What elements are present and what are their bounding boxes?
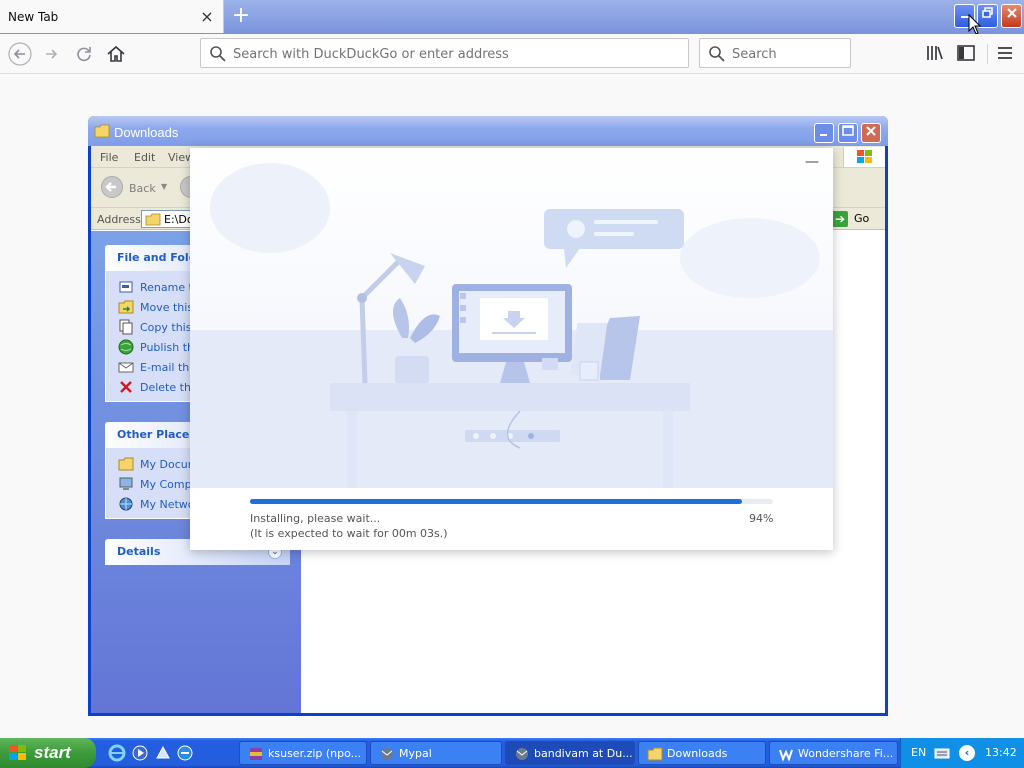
- back-arrow-icon[interactable]: [8, 42, 32, 66]
- taskbar-item-label: Downloads: [667, 747, 728, 760]
- taskbar-item-label: bandivam at Du...: [534, 747, 632, 760]
- keyboard-icon[interactable]: [934, 746, 950, 760]
- restore-icon: [981, 7, 993, 18]
- tab-close-icon[interactable]: ×: [198, 8, 216, 26]
- maximize-icon: [842, 125, 854, 136]
- back-button-icon[interactable]: [101, 176, 123, 198]
- menu-edit[interactable]: Edit: [134, 151, 155, 164]
- explorer-title: Downloads: [114, 125, 179, 140]
- details-title: Details: [117, 545, 161, 558]
- close-icon: [1006, 8, 1017, 18]
- taskbar-item-label: Mypal: [399, 747, 432, 760]
- go-button[interactable]: ➔ Go: [832, 210, 878, 228]
- network-icon: [119, 497, 133, 511]
- wondershare-icon: [779, 749, 793, 762]
- menu-file[interactable]: File: [100, 151, 118, 164]
- mouse-cursor-icon: [968, 14, 982, 35]
- taskbar-item[interactable]: Downloads: [638, 741, 766, 765]
- address-label: Address: [97, 213, 141, 226]
- folder-icon: [647, 747, 663, 761]
- library-icon[interactable]: [924, 42, 946, 64]
- other-places-title: Other Places: [117, 428, 196, 441]
- explorer-close-button[interactable]: [861, 123, 881, 143]
- sidebar-icon[interactable]: [955, 42, 977, 64]
- language-indicator[interactable]: EN: [911, 746, 926, 759]
- delete-icon: [120, 381, 132, 393]
- explorer-minimize-button[interactable]: [814, 123, 834, 143]
- search-bar-placeholder: Search: [732, 47, 777, 62]
- taskbar-item[interactable]: bandivam at Du...: [505, 741, 635, 765]
- browser-tab-strip: New Tab × +: [0, 0, 1024, 35]
- home-icon[interactable]: [104, 42, 128, 66]
- tab-new-tab[interactable]: New Tab ×: [0, 0, 224, 33]
- windows-flag-icon: [9, 745, 26, 760]
- desk-illustration-image: [190, 148, 833, 488]
- install-status-text: Installing, please wait...: [250, 512, 381, 525]
- taskbar-item-label: Wondershare Fi...: [798, 747, 894, 760]
- new-tab-button[interactable]: +: [228, 4, 254, 30]
- taskbar-item[interactable]: ksuser.zip (npo...: [239, 741, 367, 765]
- search-icon: [210, 46, 226, 62]
- folder-icon: [118, 457, 134, 471]
- installer-minimize-button[interactable]: —: [804, 155, 820, 172]
- explorer-maximize-button[interactable]: [838, 123, 858, 143]
- start-button[interactable]: start: [0, 738, 96, 768]
- system-tray: EN ‹ 13:42: [900, 738, 1024, 768]
- address-bar[interactable]: Search with DuckDuckGo or enter address: [200, 38, 689, 68]
- go-arrow-icon: ➔: [832, 211, 848, 227]
- install-percent-text: 94%: [749, 512, 774, 525]
- email-icon: [118, 362, 134, 373]
- tab-title: New Tab: [8, 10, 59, 24]
- computer-icon: [119, 477, 133, 490]
- taskbar-item[interactable]: Mypal: [370, 741, 502, 765]
- minimize-icon: [820, 134, 827, 136]
- mypal-icon: [381, 748, 393, 760]
- chevron-left-icon[interactable]: ‹: [959, 745, 975, 761]
- rename-icon: [119, 281, 133, 293]
- forward-arrow-icon[interactable]: [40, 42, 64, 66]
- folder-icon: [145, 213, 161, 226]
- globe-icon: [118, 339, 134, 355]
- quick-launch-icon[interactable]: [154, 744, 172, 762]
- install-eta-text: (It is expected to wait for 00m 03s.): [250, 527, 448, 540]
- quick-launch-icon[interactable]: [176, 744, 194, 762]
- windows-logo-icon: [843, 147, 885, 167]
- search-icon: [709, 46, 725, 62]
- installer-dialog: — Installing, please wait... 94% (It is …: [190, 148, 833, 550]
- explorer-titlebar[interactable]: Downloads: [88, 116, 888, 146]
- move-icon: [118, 300, 134, 314]
- back-dropdown-icon[interactable]: ▼: [161, 182, 167, 191]
- taskbar-item-label: ksuser.zip (npo...: [268, 747, 360, 760]
- window-close-button[interactable]: [1001, 4, 1022, 28]
- folder-icon: [94, 124, 110, 138]
- install-progress-fill: [250, 499, 742, 504]
- media-player-icon[interactable]: [131, 744, 149, 762]
- clock: 13:42: [985, 746, 1017, 759]
- browser-navigation-toolbar: Search with DuckDuckGo or enter address …: [0, 34, 1024, 74]
- close-icon: [866, 126, 876, 136]
- winrar-icon: [250, 748, 262, 760]
- copy-icon: [119, 319, 133, 335]
- toolbar-separator: [987, 44, 988, 64]
- back-button-label[interactable]: Back: [129, 182, 156, 195]
- taskbar-item[interactable]: Wondershare Fi...: [769, 741, 898, 765]
- browser-icon: [516, 748, 528, 760]
- reload-icon[interactable]: [72, 42, 96, 66]
- taskbar: start ksuser.zip (npo... Mypal bandivam …: [0, 738, 1024, 768]
- internet-explorer-icon[interactable]: [108, 744, 126, 762]
- go-label: Go: [854, 212, 870, 225]
- start-label: start: [34, 743, 71, 762]
- search-bar[interactable]: Search: [699, 38, 851, 68]
- address-bar-placeholder: Search with DuckDuckGo or enter address: [233, 47, 509, 62]
- hamburger-menu-icon[interactable]: [994, 42, 1016, 64]
- install-progress-bar: [250, 499, 773, 504]
